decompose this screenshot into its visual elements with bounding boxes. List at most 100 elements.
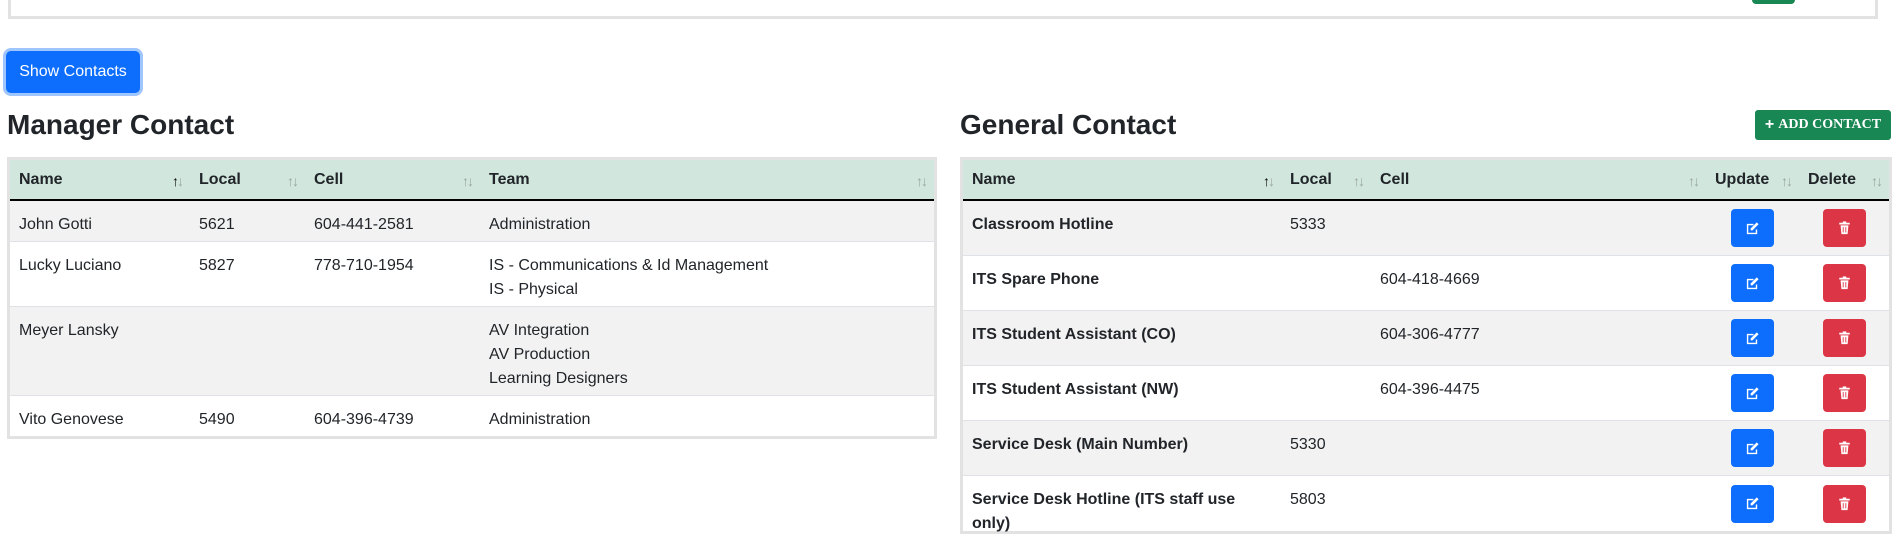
edit-button[interactable] xyxy=(1731,209,1774,247)
cell-update xyxy=(1706,366,1799,420)
column-label: Local xyxy=(1290,170,1332,188)
cell-local: 5827 xyxy=(199,257,235,274)
table-header: Name ↑↓ Local ↑↓ Cell ↑↓ Team ↑↓ xyxy=(10,160,934,201)
table-row: Vito Genovese 5490 604-396-4739 Administ… xyxy=(10,396,934,436)
cell-cell: 778-710-1954 xyxy=(314,257,414,274)
edit-icon xyxy=(1746,497,1759,510)
column-label: Local xyxy=(199,170,241,188)
cell-team: IS - Communications & Id Management IS -… xyxy=(480,242,934,306)
team-line: IS - Physical xyxy=(489,281,578,298)
column-label: Cell xyxy=(314,170,344,188)
edit-button[interactable] xyxy=(1731,319,1774,357)
column-label: Cell xyxy=(1380,170,1410,188)
cell-delete xyxy=(1799,476,1889,531)
cell-delete xyxy=(1799,366,1889,420)
cell-cell: 604-396-4739 xyxy=(314,411,414,428)
cell-name: ITS Student Assistant (NW) xyxy=(972,381,1179,398)
table-row: Lucky Luciano 5827 778-710-1954 IS - Com… xyxy=(10,242,934,307)
delete-button[interactable] xyxy=(1822,484,1866,523)
team-line: Administration xyxy=(489,216,591,233)
edit-icon xyxy=(1746,276,1759,289)
column-header-local[interactable]: Local ↑↓ xyxy=(1281,160,1371,199)
edit-button[interactable] xyxy=(1731,264,1774,302)
table-row: Service Desk (Main Number) 5330 xyxy=(963,421,1889,476)
cell-team: AV Integration AV Production Learning De… xyxy=(480,307,934,395)
cell-delete xyxy=(1799,256,1889,310)
cell-update xyxy=(1706,201,1799,255)
team-line: AV Integration xyxy=(489,322,590,339)
trash-icon xyxy=(1838,276,1850,290)
add-contact-label: ADD CONTACT xyxy=(1778,117,1882,132)
delete-button[interactable] xyxy=(1822,319,1866,357)
cell-name: Lucky Luciano xyxy=(19,257,122,274)
team-line: Learning Designers xyxy=(489,370,628,387)
cell-name: ITS Student Assistant (CO) xyxy=(972,326,1176,343)
column-label: Update xyxy=(1715,170,1770,188)
trash-icon xyxy=(1838,496,1850,510)
edit-button[interactable] xyxy=(1731,374,1774,412)
sort-arrows-icon[interactable]: ↑↓ xyxy=(1871,173,1883,189)
column-header-update[interactable]: Update ↑↓ xyxy=(1706,160,1799,199)
general-contact-title: General Contact xyxy=(960,109,1177,140)
cell-name: Service Desk (Main Number) xyxy=(972,436,1189,453)
delete-button[interactable] xyxy=(1822,264,1866,302)
sort-arrows-icon[interactable]: ↑↓ xyxy=(172,173,184,189)
cell-name: Vito Genovese xyxy=(19,411,124,428)
cell-delete xyxy=(1799,311,1889,365)
previous-panel xyxy=(8,0,1878,19)
table-row: Classroom Hotline 5333 xyxy=(963,201,1889,256)
show-contacts-button[interactable]: Show Contacts xyxy=(6,51,140,93)
cell-name: Service Desk Hotline (ITS staff use only… xyxy=(972,491,1236,532)
sort-arrows-icon[interactable]: ↑↓ xyxy=(462,173,474,189)
team-line: Administration xyxy=(489,411,591,428)
sort-arrows-icon[interactable]: ↑↓ xyxy=(916,173,928,189)
cell-update xyxy=(1706,311,1799,365)
trash-icon xyxy=(1838,331,1850,345)
edit-button[interactable] xyxy=(1731,484,1774,523)
edit-icon xyxy=(1746,221,1759,234)
cell-local: 5330 xyxy=(1290,436,1326,453)
table-header: Name ↑↓ Local ↑↓ Cell ↑↓ Update ↑↓ Delet… xyxy=(963,160,1889,201)
cell-local xyxy=(1281,311,1371,365)
column-label: Name xyxy=(972,170,1016,188)
team-line: IS - Communications & Id Management xyxy=(489,257,769,274)
column-header-cell[interactable]: Cell ↑↓ xyxy=(305,160,480,199)
cell-cell: 604-418-4669 xyxy=(1380,271,1480,288)
panel-action-button[interactable] xyxy=(1752,0,1795,4)
cell-local xyxy=(190,307,305,395)
cell-local xyxy=(1281,366,1371,420)
cell-delete xyxy=(1799,421,1889,475)
cell-name: Meyer Lansky xyxy=(19,322,119,339)
table-row: Service Desk Hotline (ITS staff use only… xyxy=(963,476,1889,532)
trash-icon xyxy=(1838,221,1850,235)
table-row: John Gotti 5621 604-441-2581 Administrat… xyxy=(10,201,934,242)
column-header-name[interactable]: Name ↑↓ xyxy=(963,160,1281,199)
column-header-team[interactable]: Team ↑↓ xyxy=(480,160,934,199)
add-contact-button[interactable]: + ADD CONTACT xyxy=(1755,110,1891,140)
delete-button[interactable] xyxy=(1822,209,1866,247)
column-header-cell[interactable]: Cell ↑↓ xyxy=(1371,160,1706,199)
cell-update xyxy=(1706,256,1799,310)
cell-cell: 604-306-4777 xyxy=(1380,326,1480,343)
cell-name: ITS Spare Phone xyxy=(972,271,1100,288)
sort-arrows-icon[interactable]: ↑↓ xyxy=(1263,173,1275,189)
cell-cell: 604-441-2581 xyxy=(314,216,414,233)
cell-local xyxy=(1281,256,1371,310)
table-row: ITS Spare Phone 604-418-4669 xyxy=(963,256,1889,311)
trash-icon xyxy=(1838,441,1850,455)
sort-arrows-icon[interactable]: ↑↓ xyxy=(1781,173,1793,189)
sort-arrows-icon[interactable]: ↑↓ xyxy=(1353,173,1365,189)
cell-name: John Gotti xyxy=(19,216,92,233)
column-header-local[interactable]: Local ↑↓ xyxy=(190,160,305,199)
column-header-delete[interactable]: Delete ↑↓ xyxy=(1799,160,1889,199)
sort-arrows-icon[interactable]: ↑↓ xyxy=(1688,173,1700,189)
edit-button[interactable] xyxy=(1731,429,1774,467)
column-header-name[interactable]: Name ↑↓ xyxy=(10,160,190,199)
sort-arrows-icon[interactable]: ↑↓ xyxy=(287,173,299,189)
delete-button[interactable] xyxy=(1822,374,1866,412)
column-label: Delete xyxy=(1808,170,1857,188)
manager-contact-table: Name ↑↓ Local ↑↓ Cell ↑↓ Team ↑↓ John Go… xyxy=(7,157,937,439)
delete-button[interactable] xyxy=(1822,429,1866,467)
edit-icon xyxy=(1746,441,1759,454)
cell-team: Administration xyxy=(480,396,934,436)
